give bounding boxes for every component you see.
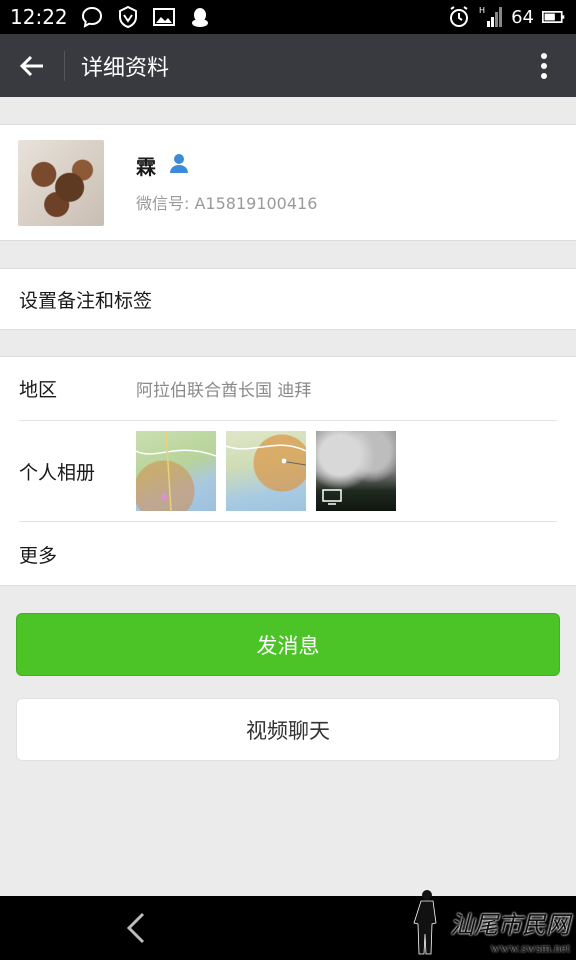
more-label: 更多: [19, 544, 58, 567]
map-lines-icon: [226, 444, 306, 466]
person-icon: [168, 152, 190, 179]
album-thumbnails: [136, 431, 396, 511]
alarm-icon: [447, 5, 471, 29]
watermark: 汕尾市民网 www.swsm.net: [410, 888, 570, 960]
arrow-left-icon: [19, 55, 43, 76]
status-bar: 12:22 H 64: [0, 0, 576, 34]
statue-figure-icon: [410, 888, 444, 960]
status-time: 12:22: [10, 5, 68, 29]
back-button[interactable]: [0, 34, 64, 97]
set-remark-row[interactable]: 设置备注和标签: [0, 268, 576, 330]
video-screen-icon: [322, 489, 342, 505]
album-thumbnail[interactable]: [136, 431, 216, 511]
avatar[interactable]: [18, 139, 104, 226]
video-chat-button[interactable]: 视频聊天: [16, 698, 560, 761]
watermark-text: 汕尾市民网 www.swsm.net: [450, 905, 570, 960]
album-label: 个人相册: [19, 461, 96, 484]
region-label: 地区: [19, 379, 58, 401]
page-title: 详细资料: [81, 55, 170, 81]
more-row[interactable]: 更多: [19, 522, 557, 586]
nav-back-button[interactable]: [118, 910, 154, 946]
wechat-id: 微信号: A15819100416: [136, 194, 318, 213]
vertical-dots-icon: [541, 52, 547, 79]
header-divider: [64, 50, 65, 81]
status-right: H 64: [447, 5, 566, 29]
action-bar: 详细资料: [0, 34, 576, 97]
name-row: 霖: [136, 151, 317, 180]
watermark-site-name: 汕尾市民网: [450, 911, 570, 939]
battery-level: 64: [511, 6, 534, 28]
album-thumbnail[interactable]: [226, 431, 306, 511]
signal-icon: H: [479, 5, 503, 29]
set-remark-label: 设置备注和标签: [19, 289, 153, 312]
region-row: 地区 阿拉伯联合酋长国 迪拜: [19, 357, 557, 421]
watermark-url: www.swsm.net: [490, 940, 570, 955]
battery-icon: [542, 5, 566, 29]
qq-penguin-icon: [188, 5, 212, 29]
network-type: H: [479, 6, 485, 15]
send-message-button[interactable]: 发消息: [16, 613, 560, 676]
details-group: 地区 阿拉伯联合酋长国 迪拜 个人相册 更多: [0, 356, 576, 586]
album-thumbnail[interactable]: [316, 431, 396, 511]
map-lines-icon: [136, 431, 216, 511]
chat-bubble-icon: [80, 5, 104, 29]
profile-card: 霖 微信号: A15819100416: [0, 124, 576, 241]
profile-name: 霖: [136, 155, 156, 179]
image-icon: [152, 5, 176, 29]
region-value: 阿拉伯联合酋长国 迪拜: [136, 381, 312, 401]
chevron-left-icon: [126, 912, 145, 944]
profile-info: 霖 微信号: A15819100416: [136, 151, 317, 214]
vpn-shield-icon: [116, 5, 140, 29]
status-left: 12:22: [10, 5, 212, 29]
more-menu-button[interactable]: [512, 34, 576, 97]
album-row[interactable]: 个人相册: [19, 421, 557, 522]
